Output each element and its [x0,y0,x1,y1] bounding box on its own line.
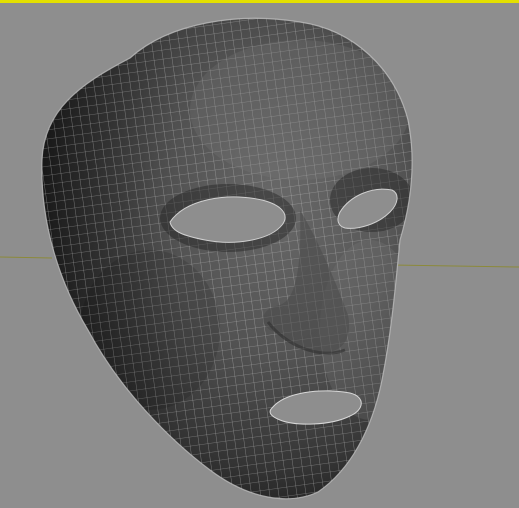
ground-grid-line-left [0,256,53,259]
face-mesh[interactable] [0,0,519,508]
ground-grid-line-right [391,264,519,268]
viewport-scene[interactable] [0,0,519,508]
3d-viewport[interactable] [0,0,519,508]
